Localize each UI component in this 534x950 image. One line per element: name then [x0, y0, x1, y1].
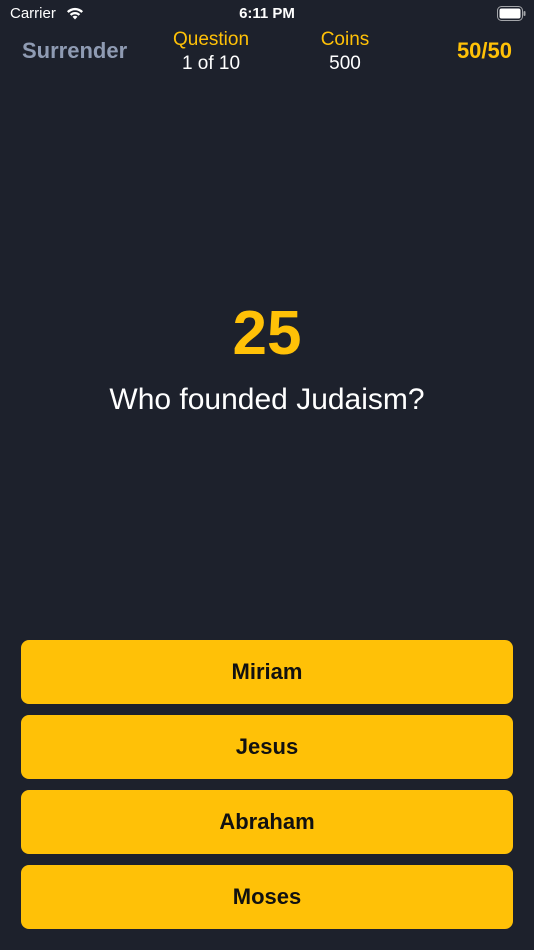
surrender-button[interactable]: Surrender — [22, 38, 127, 64]
clock-time: 6:11 PM — [239, 5, 295, 22]
fifty-fifty-button[interactable]: 50/50 — [457, 38, 512, 64]
answer-button[interactable]: Abraham — [21, 790, 513, 854]
answer-button[interactable]: Miriam — [21, 640, 513, 704]
coins-label: Coins — [320, 29, 370, 50]
battery-icon — [497, 6, 526, 21]
question-label: Question — [172, 29, 250, 50]
answer-list: Miriam Jesus Abraham Moses — [21, 640, 513, 940]
status-bar: Carrier 6:11 PM — [0, 0, 534, 28]
question-counter: Question 1 of 10 — [151, 28, 271, 76]
countdown-timer: 25 — [232, 299, 302, 368]
answer-button[interactable]: Jesus — [21, 715, 513, 779]
question-text: Who founded Judaism? — [109, 383, 425, 416]
question-value: 1 of 10 — [181, 53, 241, 74]
coins-value: 500 — [329, 53, 361, 74]
coins-counter: Coins 500 — [285, 28, 405, 76]
answer-button[interactable]: Moses — [21, 865, 513, 929]
